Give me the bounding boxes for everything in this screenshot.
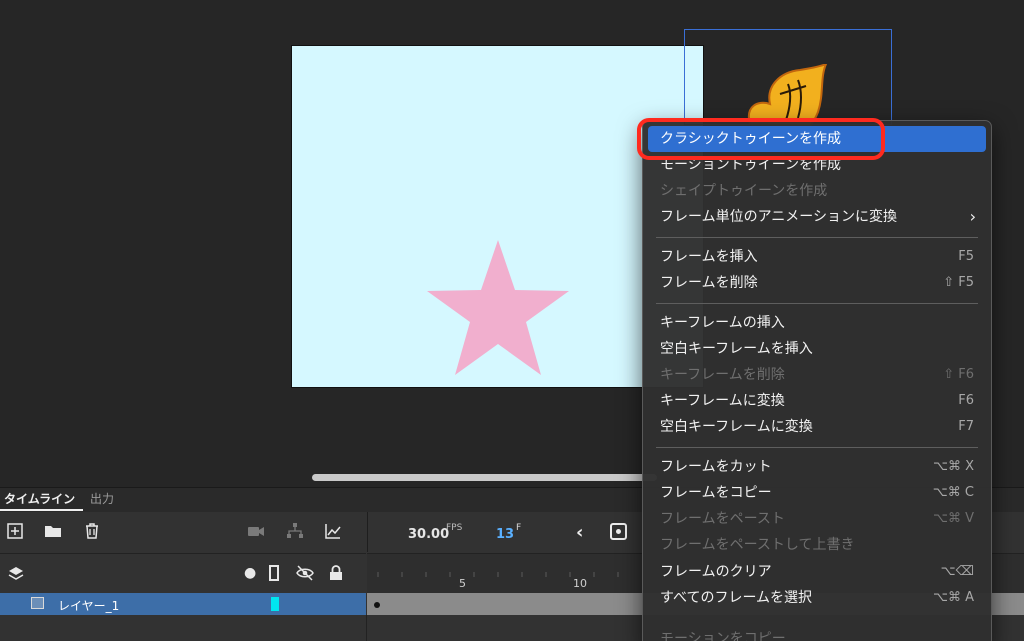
eye-hidden-icon[interactable] xyxy=(296,565,314,585)
menu-separator xyxy=(656,447,978,448)
menu-item[interactable]: フレームをカット ⌥⌘ X xyxy=(648,454,986,480)
horizontal-scrollbar-thumb[interactable] xyxy=(312,474,657,481)
chevron-left-icon[interactable]: ‹ xyxy=(576,522,583,543)
lock-icon[interactable] xyxy=(329,565,343,585)
menu-item[interactable]: フレームのクリア ⌥⌫ xyxy=(648,559,986,585)
current-frame-value[interactable]: 13 xyxy=(496,527,514,542)
layer-row[interactable] xyxy=(0,593,366,615)
menu-item-shortcut: ⇧ F5 xyxy=(943,275,974,290)
layer-name[interactable]: レイヤー_1 xyxy=(58,597,119,614)
menu-item-label: フレームをコピー xyxy=(660,485,772,501)
folder-icon[interactable] xyxy=(44,522,62,540)
animate-workspace: { "timeline": { "tabs": [ {"label": "タイム… xyxy=(0,0,1024,641)
menu-item-shortcut: F7 xyxy=(958,419,974,434)
menu-item[interactable]: キーフレームの挿入 xyxy=(648,310,986,336)
layer-type-icon xyxy=(31,597,44,609)
fps-value[interactable]: 30.00 xyxy=(408,527,449,542)
menu-item-label: フレームのクリア xyxy=(660,564,772,580)
menu-item-label: シェイプトゥイーンを作成 xyxy=(660,183,828,199)
menu-item[interactable]: フレームをコピー ⌥⌘ C xyxy=(648,480,986,506)
panel-divider xyxy=(366,615,367,641)
trash-icon[interactable] xyxy=(83,522,101,540)
menu-item[interactable]: フレーム単位のアニメーションに変換 › xyxy=(648,204,986,230)
menu-item-shortcut: ⇧ F6 xyxy=(943,367,974,382)
callout-highlight-ring xyxy=(637,118,885,160)
chevron-right-icon: › xyxy=(969,207,976,226)
menu-separator xyxy=(656,303,978,304)
graph-icon[interactable] xyxy=(324,522,342,540)
menu-item-label: フレームを削除 xyxy=(660,275,758,291)
menu-item-label: フレームをカット xyxy=(660,459,772,475)
menu-separator xyxy=(656,237,978,238)
menu-item: フレームをペースト ⌥⌘ V xyxy=(648,506,986,532)
menu-item-label: モーションをコピー xyxy=(660,631,786,641)
menu-item[interactable]: フレームを削除 ⇧ F5 xyxy=(648,270,986,296)
hierarchy-icon[interactable] xyxy=(286,522,304,540)
ruler-tick-label: 5 xyxy=(459,577,466,590)
layers-icon[interactable] xyxy=(7,565,25,587)
menu-item-label: キーフレームに変換 xyxy=(660,393,785,409)
flame-graphic[interactable] xyxy=(740,64,830,126)
menu-item-label: キーフレームを削除 xyxy=(660,367,785,383)
menu-item-shortcut: ⌥⌫ xyxy=(940,564,974,579)
menu-item-shortcut: F5 xyxy=(958,249,974,264)
insert-keyframe-icon[interactable] xyxy=(610,523,627,540)
camera-icon[interactable] xyxy=(247,522,265,540)
menu-item[interactable]: 空白キーフレームに変換 F7 xyxy=(648,414,986,440)
menu-item: モーションをコピー xyxy=(648,626,986,641)
menu-item[interactable]: フレームを挿入 F5 xyxy=(648,244,986,270)
menu-item-label: 空白キーフレームに変換 xyxy=(660,419,813,435)
menu-item-label: キーフレームの挿入 xyxy=(660,315,785,331)
menu-item: フレームをペーストして上書き xyxy=(648,532,986,558)
menu-item[interactable]: 空白キーフレームを挿入 xyxy=(648,336,986,362)
ruler-tick-label: 10 xyxy=(573,577,587,590)
menu-item[interactable]: キーフレームに変換 F6 xyxy=(648,388,986,414)
menu-item-shortcut: F6 xyxy=(958,393,974,408)
menu-item-label: フレームをペースト xyxy=(660,511,785,527)
menu-item-label: フレームを挿入 xyxy=(660,249,758,265)
tab-output[interactable]: 出力 xyxy=(90,491,114,511)
menu-item-label: フレーム単位のアニメーションに変換 xyxy=(660,209,898,225)
menu-item-shortcut: ⌥⌘ X xyxy=(932,459,974,474)
menu-item-label: フレームをペーストして上書き xyxy=(660,537,855,553)
menu-item-shortcut: ⌥⌘ A xyxy=(932,590,974,605)
layer-color-swatch[interactable] xyxy=(271,597,279,611)
fps-label: FPS xyxy=(446,523,463,533)
menu-item-label: すべてのフレームを選択 xyxy=(660,590,813,606)
menu-item-label: 空白キーフレームを挿入 xyxy=(660,341,813,357)
menu-item-shortcut: ⌥⌘ C xyxy=(932,485,974,500)
bullet-icon[interactable]: ● xyxy=(244,565,256,581)
add-layer-icon[interactable] xyxy=(6,522,24,540)
tab-timeline[interactable]: タイムライン xyxy=(0,491,83,511)
frame-label: F xyxy=(516,523,522,533)
star-shape[interactable] xyxy=(423,238,573,378)
menu-item-shortcut: ⌥⌘ V xyxy=(932,511,974,526)
keyframe-dot[interactable] xyxy=(374,602,380,608)
menu-item: シェイプトゥイーンを作成 xyxy=(648,178,986,204)
menu-item: キーフレームを削除 ⇧ F6 xyxy=(648,362,986,388)
menu-item[interactable]: すべてのフレームを選択 ⌥⌘ A xyxy=(648,585,986,611)
outline-icon[interactable] xyxy=(268,565,280,585)
